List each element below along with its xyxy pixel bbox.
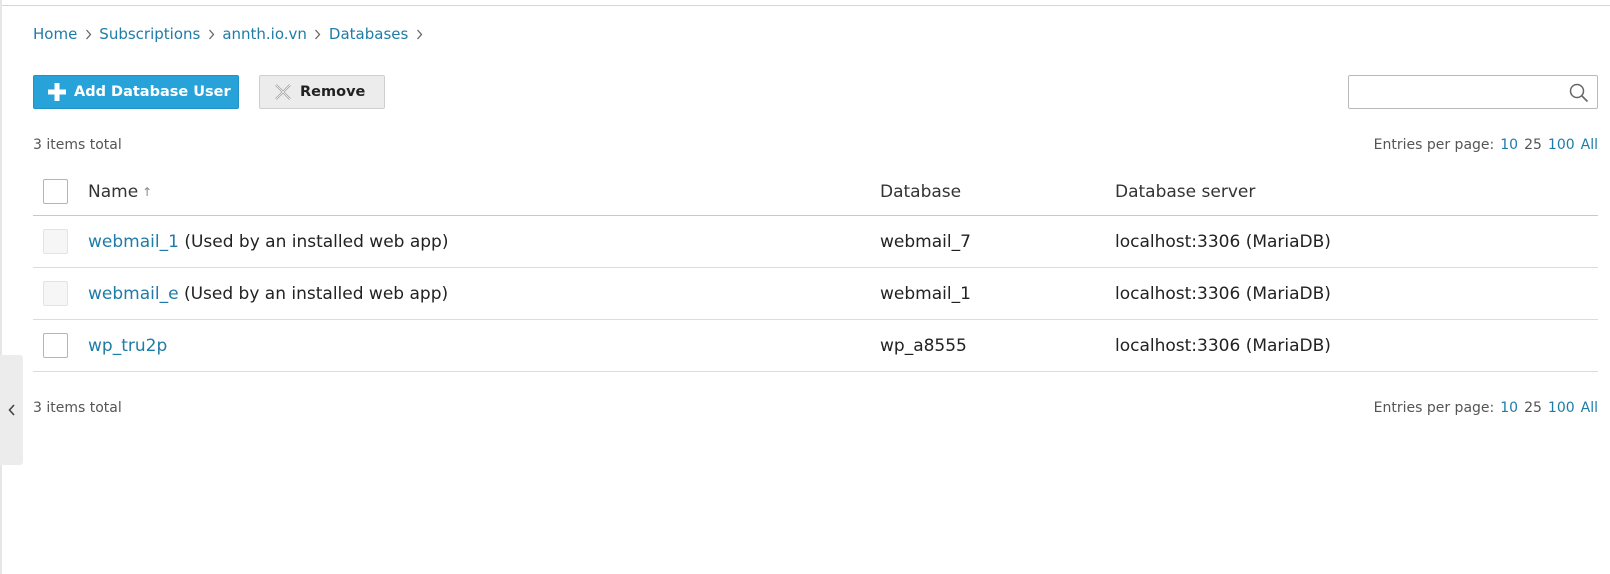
column-name-header[interactable]: Name ↑ bbox=[88, 182, 152, 202]
column-database-header[interactable]: Database bbox=[880, 182, 961, 202]
page-size-10[interactable]: 10 bbox=[1500, 400, 1518, 416]
user-note: (Used by an installed web app) bbox=[183, 283, 449, 304]
entries-label: Entries per page: bbox=[1373, 137, 1495, 153]
plus-icon bbox=[48, 83, 66, 101]
search-input[interactable] bbox=[1349, 76, 1559, 108]
breadcrumb-domain[interactable]: annth.io.vn bbox=[222, 25, 307, 43]
chevron-right-icon bbox=[408, 29, 430, 40]
left-edge bbox=[0, 0, 2, 574]
table-row: wp_tru2p wp_a8555 localhost:3306 (MariaD… bbox=[33, 320, 1598, 372]
breadcrumb: Home Subscriptions annth.io.vn Databases bbox=[33, 25, 430, 43]
sort-ascending-icon: ↑ bbox=[142, 184, 153, 199]
page-size-100[interactable]: 100 bbox=[1548, 400, 1575, 416]
breadcrumb-subscriptions[interactable]: Subscriptions bbox=[99, 25, 200, 43]
page-size-25: 25 bbox=[1524, 400, 1542, 416]
row-name-cell: webmail_1 (Used by an installed web app) bbox=[88, 232, 448, 252]
page-size-all[interactable]: All bbox=[1581, 400, 1598, 416]
breadcrumb-home[interactable]: Home bbox=[33, 25, 77, 43]
top-bar-border bbox=[0, 0, 1610, 6]
row-database-cell: webmail_7 bbox=[880, 231, 971, 252]
user-note: (Used by an installed web app) bbox=[184, 231, 449, 252]
column-name-label: Name bbox=[88, 181, 139, 202]
entries-per-page-top: Entries per page: 10 25 100 All bbox=[1374, 137, 1598, 153]
entries-per-page-bottom: Entries per page: 10 25 100 All bbox=[1374, 400, 1598, 416]
add-database-user-button[interactable]: Add Database User bbox=[33, 75, 239, 109]
page-size-25: 25 bbox=[1524, 137, 1542, 153]
user-name-link[interactable]: webmail_1 bbox=[88, 232, 179, 252]
user-name-link[interactable]: wp_tru2p bbox=[88, 336, 167, 356]
page-size-10[interactable]: 10 bbox=[1500, 137, 1518, 153]
row-database-cell: webmail_1 bbox=[880, 283, 971, 304]
database-users-table: Name ↑ Database Database server webmail_… bbox=[33, 168, 1598, 372]
chevron-right-icon bbox=[200, 29, 222, 40]
remove-label: Remove bbox=[300, 84, 366, 100]
column-server-header[interactable]: Database server bbox=[1115, 182, 1255, 202]
table-header: Name ↑ Database Database server bbox=[33, 168, 1598, 216]
remove-button[interactable]: Remove bbox=[259, 75, 385, 109]
row-database-cell: wp_a8555 bbox=[880, 335, 967, 356]
cross-icon bbox=[275, 84, 291, 100]
table-row: webmail_e (Used by an installed web app)… bbox=[33, 268, 1598, 320]
sidebar-collapse-toggle[interactable] bbox=[0, 355, 23, 465]
add-database-user-label: Add Database User bbox=[74, 84, 231, 100]
chevron-right-icon bbox=[77, 29, 99, 40]
chevron-right-icon bbox=[307, 29, 329, 40]
row-server-cell: localhost:3306 (MariaDB) bbox=[1115, 283, 1331, 304]
chevron-left-icon bbox=[7, 404, 15, 416]
table-row: webmail_1 (Used by an installed web app)… bbox=[33, 216, 1598, 268]
row-server-cell: localhost:3306 (MariaDB) bbox=[1115, 231, 1331, 252]
user-name-link[interactable]: webmail_e bbox=[88, 284, 179, 304]
search-icon[interactable] bbox=[1569, 83, 1589, 103]
row-name-cell: webmail_e (Used by an installed web app) bbox=[88, 284, 448, 304]
items-total-top: 3 items total bbox=[33, 137, 122, 153]
breadcrumb-databases[interactable]: Databases bbox=[329, 25, 408, 43]
row-checkbox bbox=[43, 229, 68, 254]
page-size-100[interactable]: 100 bbox=[1548, 137, 1575, 153]
row-checkbox[interactable] bbox=[43, 333, 68, 358]
row-name-cell: wp_tru2p bbox=[88, 336, 167, 356]
entries-label: Entries per page: bbox=[1373, 400, 1495, 416]
items-total-bottom: 3 items total bbox=[33, 400, 122, 416]
row-checkbox bbox=[43, 281, 68, 306]
row-server-cell: localhost:3306 (MariaDB) bbox=[1115, 335, 1331, 356]
search-field bbox=[1348, 75, 1598, 109]
select-all-checkbox[interactable] bbox=[43, 179, 68, 204]
page-size-all[interactable]: All bbox=[1581, 137, 1598, 153]
